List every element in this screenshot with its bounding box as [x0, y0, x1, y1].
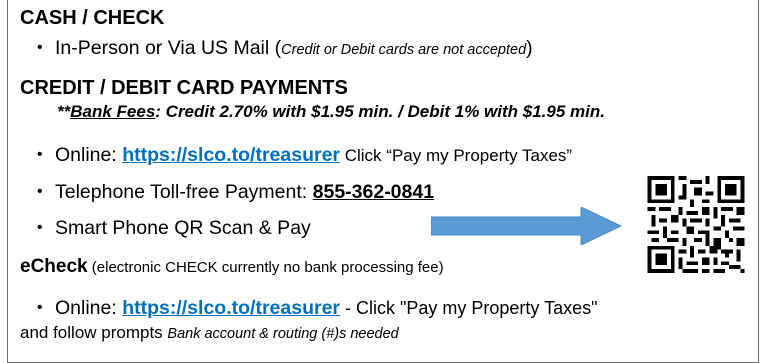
- payment-options-panel: CASH / CHECK • In-Person or Via US Mail (…: [7, 0, 759, 363]
- card-online-label: Online:: [55, 144, 123, 166]
- qr-item: • Smart Phone QR Scan & Pay: [37, 217, 311, 240]
- echeck-heading: eCheck: [20, 256, 88, 277]
- cash-check-text: In-Person or Via US Mail (: [55, 37, 282, 59]
- cash-check-bullet: • In-Person or Via US Mail (Credit or Deb…: [37, 37, 533, 60]
- echeck-online-label: Online:: [55, 297, 123, 319]
- bullet-icon: •: [37, 183, 43, 200]
- echeck-online-suffix: - Click "Pay my Property Taxes": [340, 298, 598, 318]
- telephone-item: • Telephone Toll-free Payment: 855-362-08…: [37, 181, 434, 204]
- echeck-follow-line: and follow prompts Bank account & routin…: [20, 323, 399, 343]
- cash-check-note: Credit or Debit cards are not accepted: [281, 42, 527, 58]
- fees-label: Bank Fees: [70, 102, 156, 121]
- echeck-heading-line: eCheck (electronic CHECK currently no ba…: [20, 256, 444, 278]
- cash-check-close: ): [526, 37, 533, 59]
- right-arrow-icon: [431, 207, 621, 245]
- fees-prefix: **: [57, 102, 71, 121]
- qr-code-icon[interactable]: [643, 176, 749, 273]
- bank-fees-line: **Bank Fees: Credit 2.70% with $1.95 min…: [57, 102, 605, 122]
- echeck-treasurer-link[interactable]: https://slco.to/treasurer: [122, 297, 340, 319]
- bullet-icon: •: [37, 146, 43, 163]
- follow-text: and follow prompts: [20, 323, 168, 342]
- card-payments-heading: CREDIT / DEBIT CARD PAYMENTS: [20, 77, 348, 99]
- echeck-note: (electronic CHECK currently no bank proc…: [87, 259, 444, 276]
- bullet-icon: •: [37, 299, 43, 316]
- echeck-online-item: • Online: https://slco.to/treasurer - Cli…: [37, 297, 598, 320]
- qr-label: Smart Phone QR Scan & Pay: [55, 217, 311, 239]
- card-online-item: • Online: https://slco.to/treasurer Click…: [37, 144, 572, 167]
- cash-check-heading: CASH / CHECK: [20, 7, 165, 29]
- phone-number[interactable]: 855-362-0841: [313, 181, 434, 203]
- follow-note: Bank account & routing (#)s needed: [167, 326, 399, 342]
- bullet-icon: •: [37, 219, 43, 236]
- bullet-icon: •: [37, 39, 43, 56]
- fees-text: : Credit 2.70% with $1.95 min. / Debit 1…: [155, 102, 605, 121]
- phone-label: Telephone Toll-free Payment:: [55, 181, 313, 203]
- card-online-suffix: Click “Pay my Property Taxes”: [340, 146, 573, 165]
- card-treasurer-link[interactable]: https://slco.to/treasurer: [122, 144, 340, 166]
